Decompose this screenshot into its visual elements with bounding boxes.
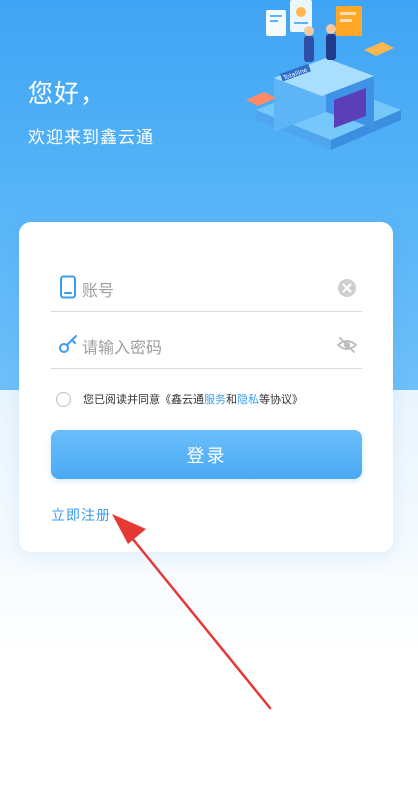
account-field[interactable]: 账号 [51, 265, 362, 312]
password-input[interactable]: 请输入密码 [82, 334, 162, 358]
phone-icon [60, 275, 76, 299]
service-link[interactable]: 服务 [204, 393, 226, 406]
key-icon [59, 335, 77, 353]
agreement-prefix: 您已阅读并同意《鑫云通 [83, 393, 204, 406]
account-input[interactable]: 账号 [82, 277, 114, 301]
greeting-title: 您好， [28, 79, 107, 108]
agreement-text: 您已阅读并同意《鑫云通服务和隐私等协议》 [83, 391, 303, 407]
privacy-link[interactable]: 隐私 [237, 393, 259, 406]
agreement-suffix: 等协议》 [259, 393, 303, 406]
header-illustration: Totalline [246, 0, 401, 150]
password-field[interactable]: 请输入密码 [51, 322, 362, 369]
eye-off-icon[interactable] [336, 334, 358, 356]
welcome-subtitle: 欢迎来到鑫云通 [28, 128, 154, 148]
login-button[interactable]: 登录 [51, 430, 362, 479]
agreement-checkbox[interactable] [56, 391, 71, 407]
agreement-row: 您已阅读并同意《鑫云通服务和隐私等协议》 [56, 389, 303, 409]
agreement-conjunction: 和 [226, 393, 237, 406]
register-link[interactable]: 立即注册 [51, 505, 111, 525]
login-card: 账号 请输入密码 您已阅读并同意《鑫云通服务和隐私等协议》 登录 立即注册 [19, 222, 393, 552]
clear-icon[interactable] [336, 277, 358, 299]
